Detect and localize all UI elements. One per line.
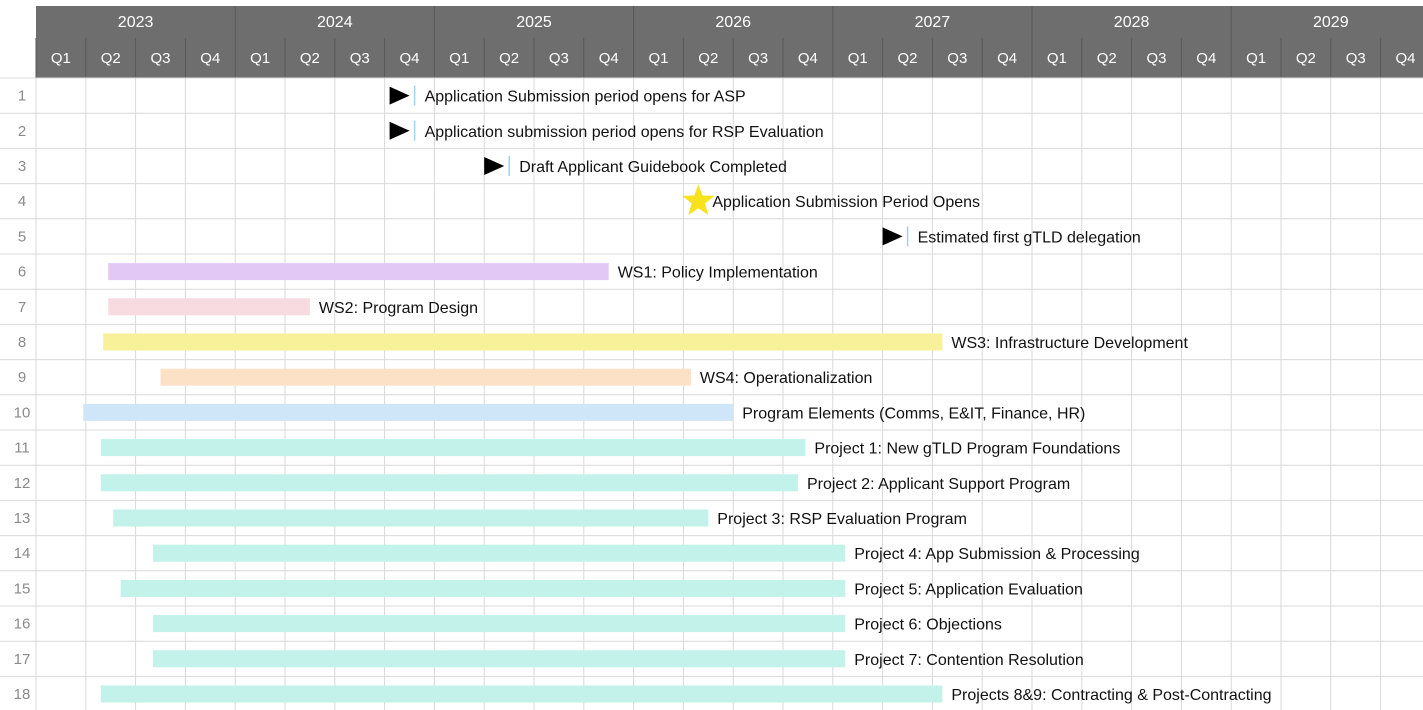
row-number: 13 [14,510,31,527]
quarter-label: Q2 [1097,50,1117,67]
row-number: 15 [14,580,31,597]
task-bar [83,403,734,421]
quarter-label: Q4 [798,50,818,67]
task-bar [153,615,846,633]
quarter-label: Q2 [1296,50,1316,67]
quarter-label: Q1 [848,50,868,67]
row-number: 16 [14,616,31,633]
quarter-label: Q2 [897,50,917,67]
quarter-label: Q3 [350,50,370,67]
quarter-label: Q3 [748,50,768,67]
row-number: 17 [14,651,31,668]
task-bar [113,509,709,527]
year-label: 2024 [317,14,353,31]
row-number: 12 [14,475,31,492]
task-bar [108,298,310,316]
quarter-label: Q1 [51,50,71,67]
task-bar [103,333,943,351]
quarter-label: Q1 [1246,50,1266,67]
year-label: 2025 [516,14,552,31]
year-label: 2027 [915,14,951,31]
year-label: 2023 [118,14,154,31]
task-bar [160,368,691,386]
quarter-label: Q1 [449,50,469,67]
quarter-label: Q4 [399,50,419,67]
quarter-label: Q4 [200,50,220,67]
quarter-label: Q3 [1346,50,1366,67]
year-label: 2028 [1114,14,1150,31]
task-label: Project 4: App Submission & Processing [854,546,1139,563]
row-number: 14 [14,545,31,562]
task-bar [100,685,943,703]
milestone-label: Estimated first gTLD delegation [918,229,1141,246]
task-bar [100,439,806,457]
task-label: Project 5: Application Evaluation [854,581,1083,598]
quarter-label: Q2 [300,50,320,67]
task-label: WS3: Infrastructure Development [951,335,1188,352]
row-number: 4 [18,193,26,210]
quarter-label: Q4 [1395,50,1415,67]
row-number: 11 [14,440,30,457]
quarter-label: Q2 [499,50,519,67]
task-label: WS1: Policy Implementation [618,265,818,282]
year-label: 2029 [1313,14,1349,31]
task-label: Project 7: Contention Resolution [854,652,1083,669]
milestone-label: Draft Applicant Guidebook Completed [519,159,787,176]
row-number: 9 [18,369,26,386]
row-number: 8 [18,334,26,351]
gantt-chart: 2023 2024 2025 2026 2027 2028 2029 Q1 Q2 Q3 Q4 Q1 Q2… [0,0,1423,710]
row-number: 18 [14,686,31,703]
quarter-label: Q1 [1047,50,1067,67]
task-label: Project 2: Applicant Support Program [807,476,1070,493]
row-number: 6 [18,264,26,281]
year-label: 2026 [715,14,751,31]
task-label: Project 1: New gTLD Program Foundations [814,441,1120,458]
task-bar [120,579,846,597]
quarter-label: Q3 [947,50,967,67]
timeline-header: 2023 2024 2025 2026 2027 2028 2029 Q1 Q2 Q3 Q4 Q1 Q2… [35,6,1423,78]
milestone-label: Application submission period opens for … [425,124,824,141]
chart-background [0,0,1423,710]
quarter-label: Q3 [1146,50,1166,67]
milestone-label: Application Submission Period Opens [712,194,980,211]
quarter-label: Q2 [698,50,718,67]
quarter-label: Q4 [599,50,619,67]
task-label: WS4: Operationalization [700,370,873,387]
task-label: Project 3: RSP Evaluation Program [717,511,967,528]
row-number: 5 [18,228,26,245]
task-label: Project 6: Objections [854,617,1002,634]
quarter-label: Q1 [648,50,668,67]
task-bar [153,650,846,668]
quarter-label: Q1 [250,50,270,67]
quarter-label: Q3 [549,50,569,67]
task-bar [100,474,798,492]
quarter-label: Q4 [997,50,1017,67]
milestone-label: Application Submission period opens for … [425,89,746,106]
task-bar [153,544,846,562]
task-bar [108,263,609,281]
task-label: Program Elements (Comms, E&IT, Finance, … [742,405,1085,422]
task-label: Projects 8&9: Contracting & Post-Contrac… [951,687,1271,704]
row-number: 7 [18,299,26,316]
quarter-label: Q2 [101,50,121,67]
row-number: 1 [18,88,26,105]
quarter-label: Q3 [150,50,170,67]
quarter-label: Q4 [1196,50,1216,67]
task-label: WS2: Program Design [319,300,478,317]
row-number: 3 [18,158,26,175]
row-number: 2 [18,123,26,140]
row-number: 10 [14,404,31,421]
